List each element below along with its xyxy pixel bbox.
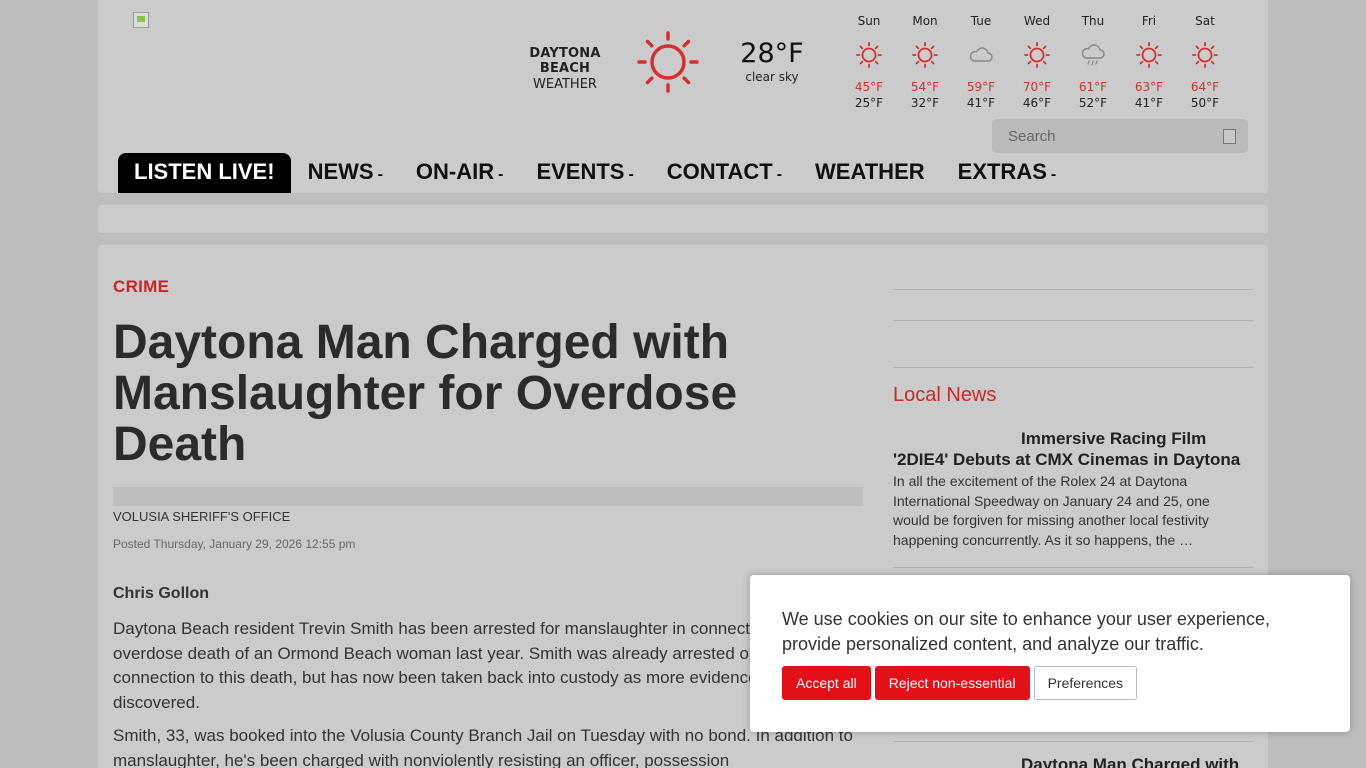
- forecast-day-fri: Fri 63°F 41°F: [1121, 14, 1177, 110]
- forecast-low: 52°F: [1078, 96, 1108, 110]
- nav-extras[interactable]: EXTRAS -: [941, 153, 1073, 193]
- forecast-low: 46°F: [1022, 96, 1052, 110]
- nav-label: ON-AIR: [415, 159, 495, 184]
- sidebar-divider: [893, 289, 1253, 290]
- posted-date: Posted Thursday, January 29, 2026 12:55 …: [113, 537, 356, 551]
- main-nav: LISTEN LIVE! NEWS - ON-AIR - EVENTS - CONTA…: [118, 153, 1072, 193]
- dropdown-caret-icon: -: [628, 166, 634, 183]
- sun-icon: [636, 30, 700, 94]
- forecast-day-name: Thu: [1081, 14, 1105, 28]
- forecast-high: 45°F: [854, 80, 884, 94]
- forecast-day-name: Fri: [1141, 14, 1157, 28]
- dropdown-caret-icon: -: [377, 166, 383, 183]
- image-credit: VOLUSIA SHERIFF'S OFFICE: [113, 509, 291, 524]
- site-logo[interactable]: [133, 12, 149, 28]
- forecast-high: 70°F: [1022, 80, 1052, 94]
- rain-cloud-icon: [1065, 30, 1121, 80]
- nav-contact[interactable]: CONTACT -: [650, 153, 798, 193]
- nav-label: WEATHER: [815, 159, 925, 184]
- sun-icon: [841, 30, 897, 80]
- story-title[interactable]: Immersive Racing Film '2DIE4' Debuts at …: [893, 428, 1253, 470]
- nav-label: CONTACT: [666, 159, 773, 184]
- nav-news[interactable]: NEWS -: [291, 153, 399, 193]
- forecast-low: 41°F: [1134, 96, 1164, 110]
- weather-location: DAYTONA BEACH WEATHER: [503, 46, 627, 92]
- article-image-placeholder: [113, 487, 863, 506]
- forecast-high: 64°F: [1190, 80, 1220, 94]
- article-category[interactable]: CRIME: [113, 277, 169, 297]
- nav-label: EVENTS: [536, 159, 625, 184]
- news-story[interactable]: Immersive Racing Film '2DIE4' Debuts at …: [893, 428, 1253, 550]
- sun-icon: [1009, 30, 1065, 80]
- forecast-low: 32°F: [910, 96, 940, 110]
- sun-icon: [1121, 30, 1177, 80]
- forecast-high: 63°F: [1134, 80, 1164, 94]
- forecast-day-sun: Sun 45°F 25°F: [841, 14, 897, 110]
- sun-icon: [897, 30, 953, 80]
- sun-icon: [1177, 30, 1233, 80]
- site-header: DAYTONA BEACH WEATHER 28°F clear sky Sun…: [98, 0, 1268, 193]
- accept-all-button[interactable]: Accept all: [782, 666, 871, 700]
- sidebar-divider: [893, 741, 1253, 742]
- search-input[interactable]: [992, 119, 1212, 153]
- forecast-high: 59°F: [966, 80, 996, 94]
- forecast-day-mon: Mon 54°F 32°F: [897, 14, 953, 110]
- forecast-low: 25°F: [854, 96, 884, 110]
- dropdown-caret-icon: -: [1050, 166, 1057, 183]
- reject-non-essential-button[interactable]: Reject non-essential: [874, 666, 1030, 700]
- current-desc: clear sky: [745, 70, 799, 84]
- forecast-day-name: Sat: [1195, 14, 1215, 28]
- cookie-banner: We use cookies on our site to enhance yo…: [750, 575, 1350, 732]
- ad-banner: [98, 205, 1268, 233]
- forecast-day-tue: Tue 59°F 41°F: [953, 14, 1009, 110]
- forecast-day-name: Wed: [1023, 14, 1051, 28]
- sidebar-divider: [893, 567, 1253, 568]
- weather-city: DAYTONA BEACH: [529, 46, 601, 76]
- forecast-low: 50°F: [1190, 96, 1220, 110]
- weather-forecast: Sun 45°F 25°F Mon 54°F 32°F Tue 59°F 41°F Wed 70°F…: [841, 14, 1233, 110]
- forecast-day-name: Mon: [912, 14, 938, 28]
- forecast-day-name: Sun: [857, 14, 881, 28]
- nav-events[interactable]: EVENTS -: [519, 153, 649, 193]
- cookie-buttons: Accept all Reject non-essential Preferen…: [782, 666, 1138, 700]
- dropdown-caret-icon: -: [776, 166, 783, 183]
- search-box: [992, 119, 1248, 153]
- nav-label: EXTRAS: [957, 159, 1047, 184]
- article-headline: Daytona Man Charged with Manslaughter fo…: [113, 316, 738, 471]
- forecast-low: 41°F: [966, 96, 996, 110]
- forecast-day-thu: Thu 61°F 52°F: [1065, 14, 1121, 110]
- current-weather: 28°F clear sky: [732, 38, 812, 84]
- nav-weather[interactable]: WEATHER: [798, 153, 941, 193]
- dropdown-caret-icon: -: [498, 166, 504, 183]
- forecast-high: 61°F: [1078, 80, 1108, 94]
- forecast-day-sat: Sat 64°F 50°F: [1177, 14, 1233, 110]
- nav-label: NEWS: [307, 159, 374, 184]
- local-news-title[interactable]: Local News: [893, 384, 996, 407]
- preferences-button[interactable]: Preferences: [1033, 666, 1138, 700]
- sidebar-divider: [893, 367, 1253, 368]
- weather-label: WEATHER: [533, 77, 597, 92]
- story-excerpt: In all the excitement of the Rolex 24 at…: [893, 473, 1210, 548]
- forecast-high: 54°F: [910, 80, 940, 94]
- nav-on-air[interactable]: ON-AIR -: [399, 153, 520, 193]
- forecast-day-name: Tue: [970, 14, 992, 28]
- cloud-icon: [953, 30, 1009, 80]
- article-author: Chris Gollon: [113, 585, 209, 602]
- story-title[interactable]: Daytona Man Charged with: [1021, 755, 1239, 768]
- cookie-message: We use cookies on our site to enhance yo…: [782, 609, 1270, 654]
- listen-live-button[interactable]: LISTEN LIVE!: [118, 153, 291, 193]
- search-submit-button[interactable]: [1223, 129, 1236, 144]
- forecast-day-wed: Wed 70°F 46°F: [1009, 14, 1065, 110]
- current-temp: 28°F: [740, 38, 804, 69]
- sidebar-divider: [893, 320, 1253, 321]
